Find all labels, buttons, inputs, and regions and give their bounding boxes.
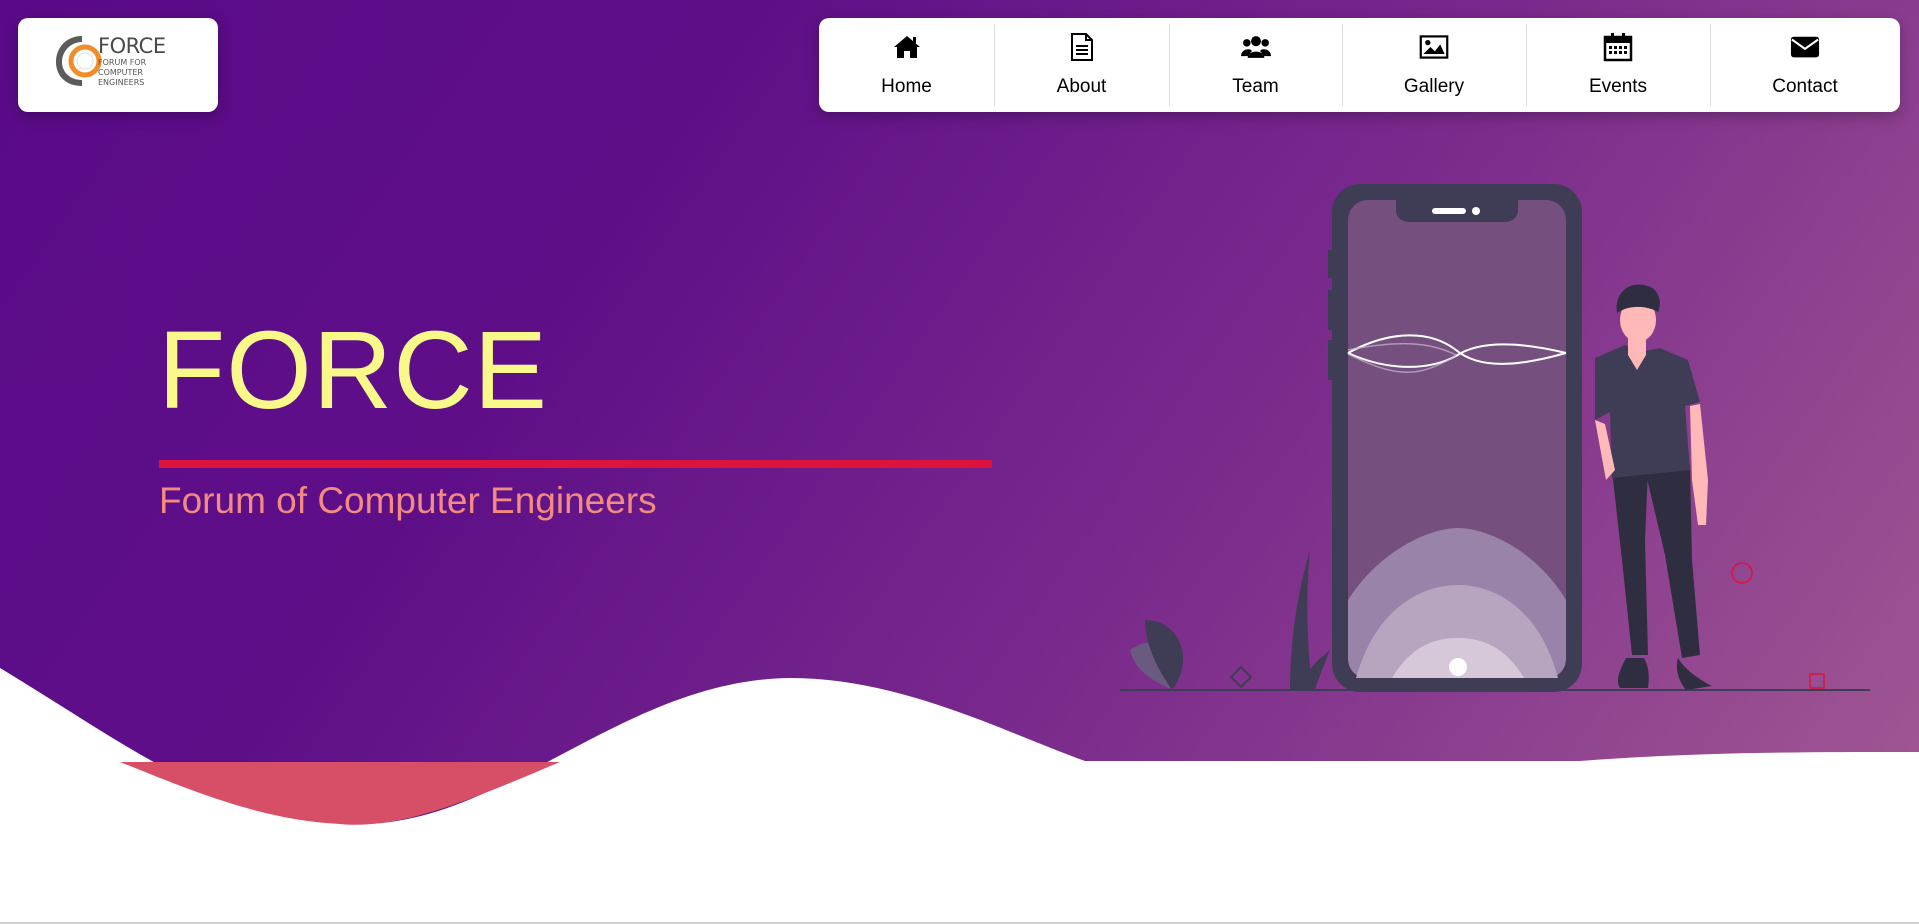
nav-item-home[interactable]: Home [819, 18, 994, 112]
home-icon [892, 32, 922, 62]
calendar-icon [1603, 32, 1633, 62]
diamond-shape [1229, 665, 1253, 689]
hero-title-underline [159, 460, 992, 468]
hero-section: FORCE Forum of Computer Engineers [0, 0, 1919, 924]
nav-item-team[interactable]: Team [1169, 18, 1342, 112]
square-decoration [1809, 673, 1825, 689]
grass-decoration [1290, 550, 1312, 690]
nav-item-gallery[interactable]: Gallery [1342, 18, 1526, 112]
nav-label-contact: Contact [1772, 76, 1838, 97]
users-icon [1240, 32, 1271, 62]
circle-decoration [1731, 562, 1753, 584]
nav-label-about: About [1056, 76, 1107, 97]
nav-label-gallery: Gallery [1403, 76, 1465, 97]
site-logo-card[interactable]: FORCE Forum for Computer Engineers [18, 18, 218, 112]
main-navigation: Home About Team Gallery Events Contact [819, 18, 1900, 112]
hero-title: FORCE [158, 309, 548, 432]
nav-item-contact[interactable]: Contact [1710, 18, 1900, 112]
logo-tagline: Forum for Computer Engineers [98, 58, 147, 87]
nav-label-home: Home [881, 76, 932, 97]
document-icon [1067, 32, 1097, 62]
person-figure [1595, 284, 1712, 690]
nav-label-team: Team [1232, 76, 1279, 97]
phone-person-illustration [1120, 184, 1870, 692]
nav-item-about[interactable]: About [994, 18, 1169, 112]
force-logo-mark-icon [56, 36, 102, 86]
image-icon [1419, 32, 1449, 62]
hero-subtitle: Forum of Computer Engineers [159, 480, 657, 521]
nav-item-events[interactable]: Events [1526, 18, 1710, 112]
logo-wordmark: FORCE [98, 34, 166, 58]
nav-label-events: Events [1588, 76, 1648, 97]
envelope-icon [1790, 32, 1820, 62]
